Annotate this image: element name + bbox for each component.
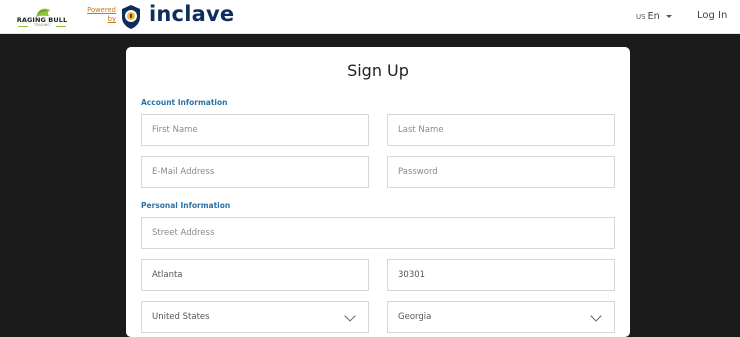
zip-code-input[interactable]: 30301: [387, 259, 615, 291]
by-text: by: [107, 15, 116, 23]
city-input[interactable]: Atlanta: [141, 259, 369, 291]
chevron-down-icon: [344, 310, 356, 322]
account-information-heading: Account Information: [141, 98, 228, 107]
state-select[interactable]: Georgia: [387, 301, 615, 333]
powered-by-link[interactable]: Powered by: [86, 6, 116, 24]
password-input[interactable]: Password: [387, 156, 615, 188]
country-select-value: United States: [152, 312, 210, 322]
inclave-shield-icon: [122, 5, 140, 29]
top-navbar: RAGING BULL TRADING Powered by inclave U…: [0, 0, 740, 34]
powered-text: Powered: [87, 6, 116, 14]
page-title: Sign Up: [347, 61, 409, 80]
chevron-down-icon: [590, 310, 602, 322]
partner-tagline: TRADING: [33, 23, 51, 27]
personal-information-heading: Personal Information: [141, 201, 231, 210]
caret-down-icon: [665, 15, 672, 18]
language-country-code: US: [636, 13, 646, 21]
language-selector[interactable]: US En: [636, 11, 672, 22]
signup-card: Sign Up Account Information First Name L…: [126, 47, 630, 337]
language-label: En: [647, 11, 660, 22]
email-input[interactable]: E-Mail Address: [141, 156, 369, 188]
first-name-input[interactable]: First Name: [141, 114, 369, 146]
country-select[interactable]: United States: [141, 301, 369, 333]
inclave-logo-text[interactable]: inclave: [149, 2, 234, 26]
last-name-input[interactable]: Last Name: [387, 114, 615, 146]
login-link[interactable]: Log In: [697, 10, 727, 21]
street-address-input[interactable]: Street Address: [141, 217, 615, 249]
state-select-value: Georgia: [398, 312, 432, 322]
